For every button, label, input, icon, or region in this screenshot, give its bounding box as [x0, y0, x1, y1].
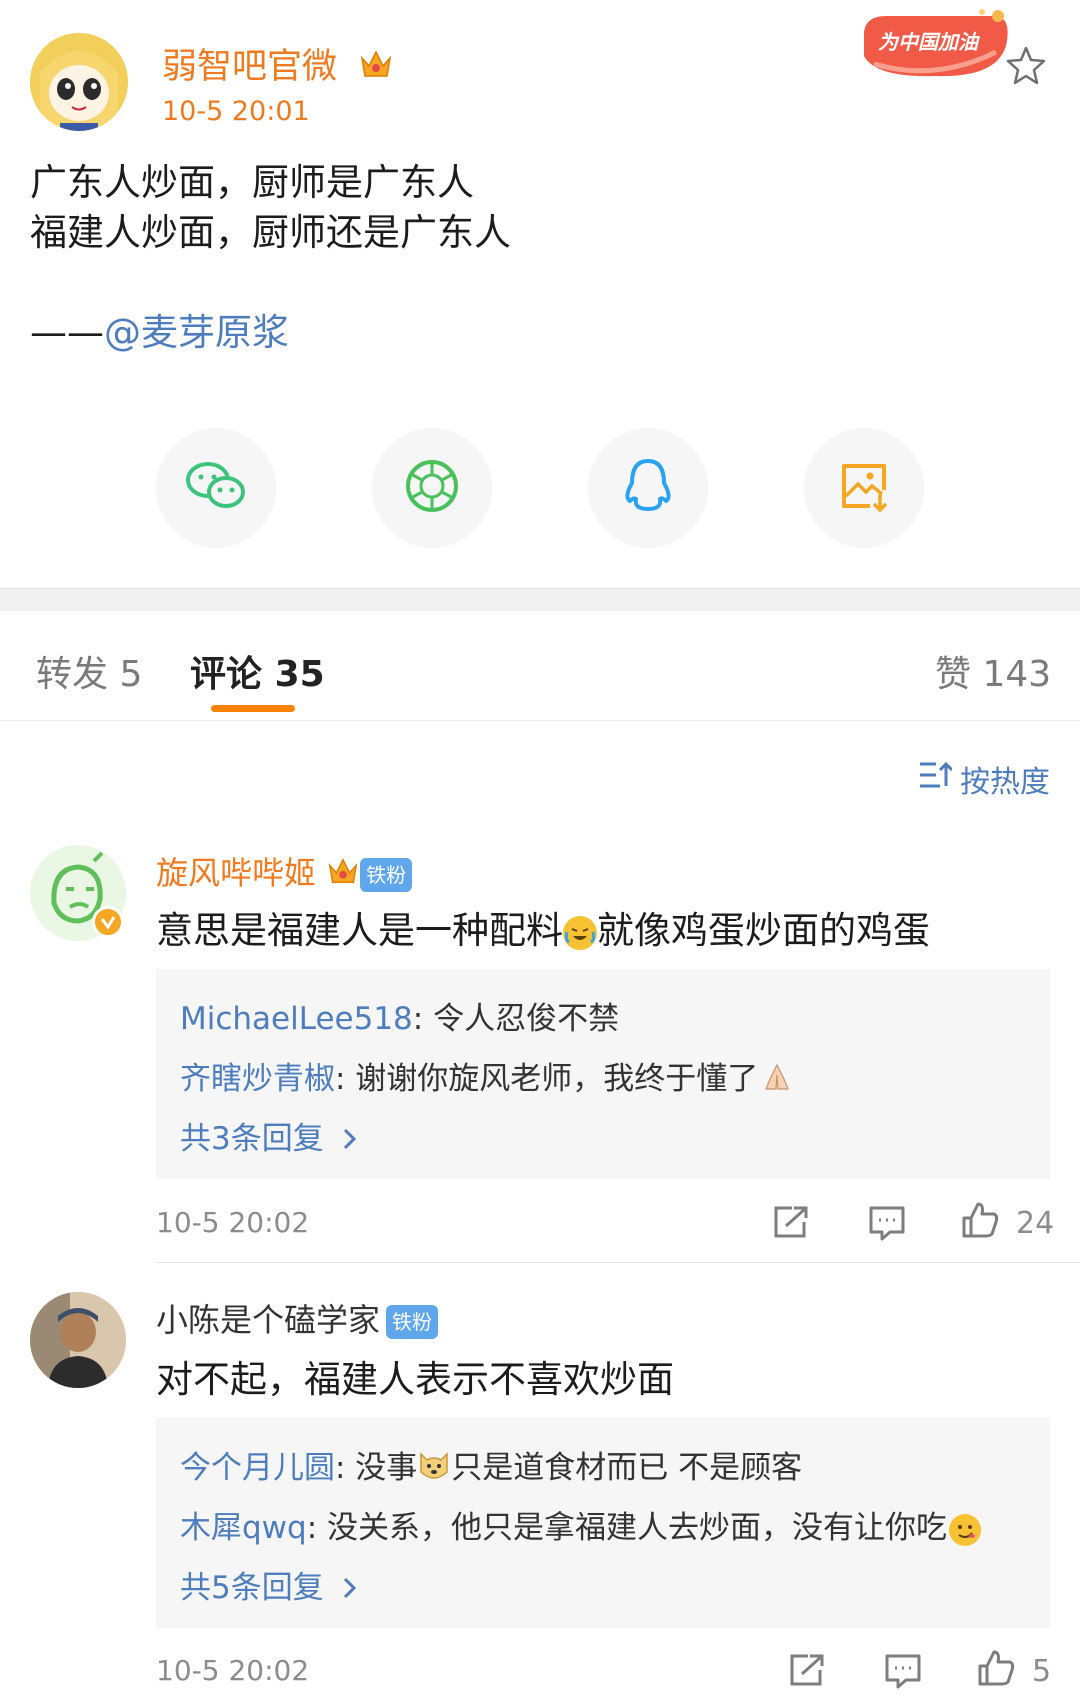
save-image-button[interactable]	[804, 428, 924, 548]
author-avatar[interactable]	[30, 33, 128, 131]
favorite-star-icon[interactable]	[1004, 44, 1048, 88]
comment-text: 意思是福建人是一种配料 就像鸡蛋炒面的鸡蛋	[156, 900, 930, 954]
active-tab-indicator	[211, 705, 295, 712]
comment-text-part: 就像鸡蛋炒面的鸡蛋	[597, 909, 930, 952]
tab-reposts[interactable]: 转发 5	[36, 645, 142, 697]
commenter-name[interactable]: 旋风哔哔姬 铁粉	[156, 848, 413, 896]
tab-label: 转发	[36, 654, 109, 695]
post-line: 福建人炒面，厨师还是广东人	[30, 211, 511, 254]
tab-label: 赞	[935, 654, 972, 695]
post-attribution: ——@麦芽原浆	[30, 308, 511, 358]
mention-link[interactable]: @麦芽原浆	[104, 311, 289, 354]
moments-icon	[404, 458, 460, 518]
qq-icon	[622, 457, 674, 519]
reply-item: 木犀qwq: 没关系，他只是拿福建人去炒面，没有让你吃	[180, 1502, 982, 1547]
praying-hands-emoji-icon	[760, 1061, 794, 1101]
comment-text: 对不起，福建人表示不喜欢炒面	[156, 1349, 674, 1403]
post-line: 广东人炒面，厨师是广东人	[30, 161, 474, 204]
tab-likes[interactable]: 赞 143	[935, 645, 1051, 697]
save-image-icon	[836, 458, 892, 518]
comment-text-part: 对不起，福建人表示不喜欢炒面	[156, 1358, 674, 1401]
sort-icon	[918, 760, 954, 798]
post-body: 广东人炒面，厨师是广东人 福建人炒面，厨师还是广东人 ——@麦芽原浆	[30, 158, 511, 358]
reply-item: 今个月儿圆: 没事 只是道食材而已 不是顾客	[180, 1442, 802, 1490]
reply-text: : 没事	[335, 1450, 418, 1486]
reply-author[interactable]: MichaelLee518	[180, 1001, 413, 1037]
share-comment-icon[interactable]	[788, 1652, 826, 1692]
share-qq-button[interactable]	[588, 428, 708, 548]
like-comment-icon[interactable]	[976, 1648, 1016, 1692]
reply-preview-box[interactable]: 今个月儿圆: 没事 只是道食材而已 不是顾客 木犀qwq: 没关系，他只是拿福建…	[156, 1418, 1050, 1628]
fan-badge: 铁粉	[386, 1305, 439, 1339]
tab-count: 35	[274, 654, 325, 695]
like-count: 5	[1032, 1654, 1052, 1689]
verified-badge-icon	[92, 906, 124, 938]
sort-toggle[interactable]: 按热度	[918, 757, 1050, 801]
reply-comment-icon[interactable]	[868, 1204, 906, 1246]
reply-item: 齐瞎炒青椒: 谢谢你旋风老师，我终于懂了	[180, 1053, 794, 1101]
reply-author[interactable]: 木犀qwq	[180, 1510, 307, 1546]
sort-label: 按热度	[960, 765, 1050, 800]
campaign-badge[interactable]: 为中国加油	[856, 6, 1014, 84]
commenter-avatar[interactable]	[30, 1292, 126, 1388]
smirk-emoji-icon	[949, 1513, 982, 1546]
crown-badge-icon	[358, 46, 394, 91]
reply-author[interactable]: 今个月儿圆	[180, 1450, 335, 1486]
comment-time: 10-5 20:02	[156, 1206, 310, 1239]
post-card: 弱智吧官微 10-5 20:01 为中国加油 广东人炒面，厨师是广东人 福建人炒…	[0, 0, 1080, 588]
share-wechat-button[interactable]	[156, 428, 276, 548]
share-comment-icon[interactable]	[772, 1204, 810, 1244]
section-divider	[0, 588, 1080, 611]
tab-comments[interactable]: 评论 35	[190, 645, 325, 697]
more-replies-label: 共3条回复	[180, 1121, 324, 1157]
reply-author[interactable]: 齐瞎炒青椒	[180, 1061, 335, 1097]
chevron-right-icon	[342, 1123, 358, 1159]
view-more-replies-link[interactable]: 共3条回复	[180, 1113, 358, 1159]
author-name-text: 弱智吧官微	[162, 47, 338, 87]
reply-comment-icon[interactable]	[884, 1652, 922, 1694]
view-more-replies-link[interactable]: 共5条回复	[180, 1562, 358, 1608]
crown-badge-icon	[326, 854, 360, 896]
like-comment-icon[interactable]	[960, 1200, 1000, 1244]
author-name[interactable]: 弱智吧官微	[162, 38, 394, 91]
commenter-name-text: 小陈是个磕学家	[156, 1301, 381, 1339]
reply-text: : 令人忍俊不禁	[412, 1001, 620, 1037]
doge-emoji-icon	[417, 1450, 451, 1490]
interaction-tabs: 转发 5 评论 35 赞 143	[0, 611, 1080, 721]
post-blank-line	[30, 258, 511, 308]
reply-item: MichaelLee518: 令人忍俊不禁	[180, 993, 619, 1038]
reply-text: 只是道食材而已 不是顾客	[451, 1450, 803, 1486]
like-count: 24	[1016, 1206, 1055, 1241]
share-moments-button[interactable]	[372, 428, 492, 548]
fan-badge: 铁粉	[360, 858, 413, 892]
laugh-cry-emoji-icon	[563, 915, 597, 950]
campaign-badge-text: 为中国加油	[878, 30, 978, 54]
attribution-dash: ——	[30, 311, 104, 354]
comment-time: 10-5 20:02	[156, 1654, 310, 1687]
post-time: 10-5 20:01	[162, 96, 310, 127]
wechat-icon	[184, 458, 248, 518]
more-replies-label: 共5条回复	[180, 1570, 324, 1606]
commenter-name[interactable]: 小陈是个磕学家 铁粉	[156, 1295, 439, 1341]
reply-preview-box[interactable]: MichaelLee518: 令人忍俊不禁 齐瞎炒青椒: 谢谢你旋风老师，我终于…	[156, 969, 1050, 1179]
commenter-name-text: 旋风哔哔姬	[156, 854, 317, 892]
chevron-right-icon	[342, 1572, 358, 1608]
reply-text: : 没关系，他只是拿福建人去炒面，没有让你吃	[306, 1510, 948, 1546]
tab-label: 评论	[190, 654, 263, 695]
comment-text-part: 意思是福建人是一种配料	[156, 909, 563, 952]
reply-text: : 谢谢你旋风老师，我终于懂了	[335, 1061, 759, 1097]
tab-count: 5	[119, 654, 143, 695]
tab-count: 143	[982, 654, 1052, 695]
comment-separator	[156, 1262, 1080, 1263]
